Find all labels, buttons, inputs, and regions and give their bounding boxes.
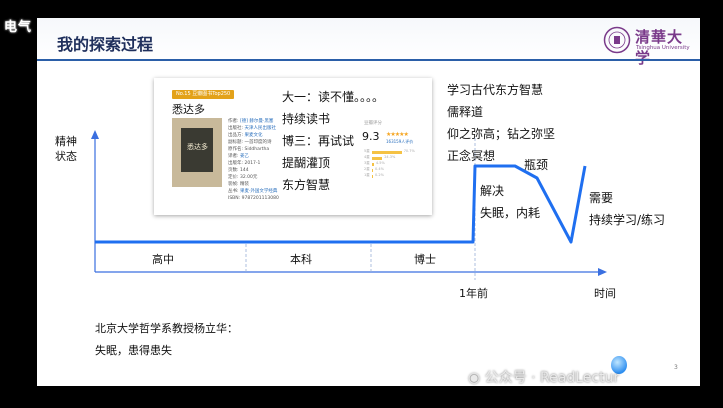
stage-label: 本科 [290, 253, 312, 266]
y-axis-label-2: 状态 [55, 150, 77, 163]
book-title: 悉达多 [172, 103, 205, 116]
rating-bar-percent: 70.7% [403, 149, 415, 153]
book-info-card: No.15 豆瓣图书Top250 悉达多 悉达多 作者: [德] 赫尔曼·黑塞 … [154, 78, 432, 215]
wechat-icon: ◉ [468, 370, 481, 386]
reading-note: 东方智慧 [282, 178, 331, 192]
right-note: 仰之弥高；钻之弥坚 [447, 127, 556, 141]
rating-bar-percent: 24.3% [384, 155, 396, 159]
rating-bar-percent: 4.5% [375, 161, 385, 165]
rating-bar-fill [372, 151, 402, 154]
annotation-insomnia: 失眠，内耗 [480, 206, 541, 220]
right-note: 学习古代东方智慧 [447, 83, 544, 97]
x-axis-label: 时间 [594, 287, 616, 300]
quote-text: 失眠，患得患失 [95, 344, 172, 357]
y-axis-arrow [91, 130, 99, 139]
rating-count: 163159人评价 [386, 139, 414, 144]
rating-bar-label: 1星 [364, 173, 370, 177]
rating-label: 豆瓣评分 [364, 121, 382, 126]
book-cover: 悉达多 [172, 118, 222, 187]
annotation-solve: 解决 [480, 184, 505, 198]
rating-score: 9.3 [362, 130, 380, 143]
rating-bar-percent: 0.2% [375, 173, 384, 177]
rating-bar-label: 2星 [364, 167, 370, 171]
rating-bar-label: 3星 [364, 161, 370, 165]
window-title: 电气 [4, 20, 33, 35]
rating-bar-fill [372, 157, 383, 160]
star-rating-icon: ★★★★★ [386, 131, 409, 138]
right-note: 正念冥想 [447, 149, 496, 163]
right-note: 儒释道 [447, 105, 484, 119]
y-axis-label-1: 精神 [55, 135, 77, 148]
rating-bar-row: 2星 0.4% [364, 167, 424, 173]
x-axis-arrow [598, 268, 607, 276]
annotation-need: 需要 [589, 191, 614, 205]
reading-note: 博三：再试试 [282, 134, 355, 148]
rating-bar-fill [372, 175, 373, 178]
rating-bar-row: 4星 24.3% [364, 155, 424, 161]
reading-note: 提醐灌顶 [282, 156, 331, 170]
stage-label: 博士 [414, 253, 436, 266]
annotation-continuous: 持续学习/练习 [589, 213, 666, 227]
presentation-slide: 我的探索过程 清華大学 Tsinghua University 精神 状态 高中… [37, 18, 700, 386]
time-mark-label: 1年前 [459, 287, 488, 300]
reading-note: 大一：读不懂。。。。 [282, 90, 385, 104]
rating-bar-label: 5星 [364, 149, 370, 153]
cover-title: 悉达多 [187, 143, 208, 151]
watermark: ◉ 公众号 · ReadLectur [468, 367, 619, 387]
book-badge: No.15 豆瓣图书Top250 [172, 90, 235, 99]
rating-bar-label: 4星 [364, 155, 370, 159]
rating-bar-row: 3星 4.5% [364, 161, 424, 167]
reading-note: 持续读书 [282, 112, 331, 126]
rating-bar-percent: 0.4% [375, 167, 384, 171]
stage-label: 高中 [152, 253, 174, 266]
page-number: 3 [674, 364, 678, 371]
book-cover-art: 悉达多 [181, 128, 213, 172]
rating-bar-fill [372, 169, 373, 172]
rating-bar-fill [372, 163, 374, 166]
rating-bar-row: 1星 0.2% [364, 173, 424, 179]
annotation-bottleneck: 瓶颈 [524, 158, 549, 172]
quote-source: 北京大学哲学系教授杨立华： [95, 322, 238, 335]
meta-row: ISBN: 9787201113080 [228, 196, 279, 201]
watermark-text: 公众号 · ReadLectur [484, 370, 620, 386]
